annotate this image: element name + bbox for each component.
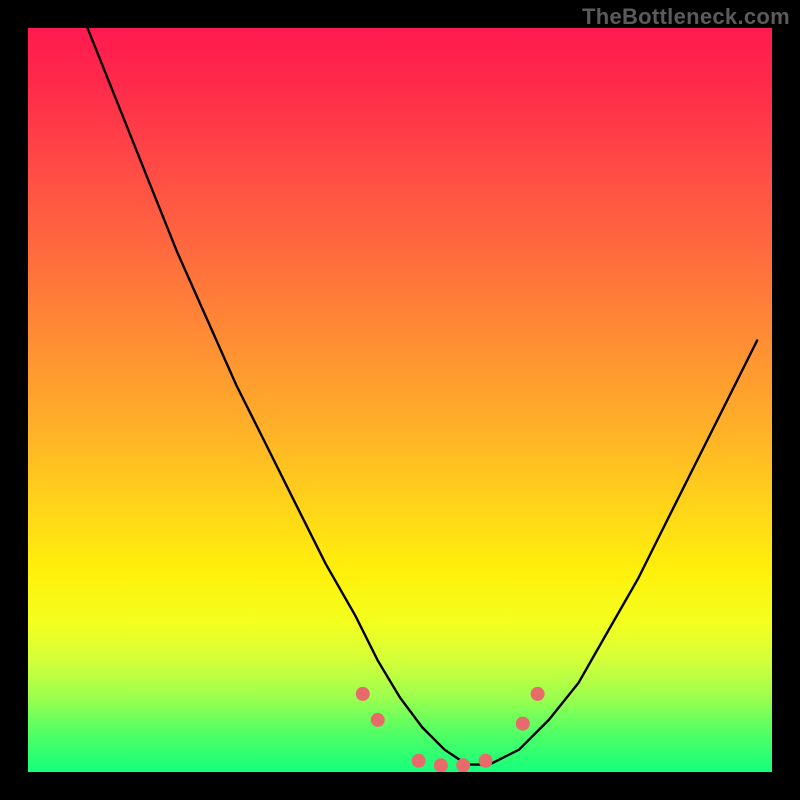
trough-dot-4 bbox=[479, 754, 493, 768]
trough-dot-2 bbox=[434, 758, 448, 772]
right-lower-dot bbox=[516, 717, 530, 731]
watermark-text: TheBottleneck.com bbox=[582, 4, 790, 30]
right-upper-dot bbox=[531, 687, 545, 701]
chart-frame: TheBottleneck.com bbox=[0, 0, 800, 800]
bottleneck-curve bbox=[88, 28, 758, 765]
left-lower-dot bbox=[371, 713, 385, 727]
trough-dot-1 bbox=[412, 754, 426, 768]
curve-layer bbox=[28, 28, 772, 772]
plot-area bbox=[28, 28, 772, 772]
left-upper-dot bbox=[356, 687, 370, 701]
trough-dot-3 bbox=[456, 758, 470, 772]
